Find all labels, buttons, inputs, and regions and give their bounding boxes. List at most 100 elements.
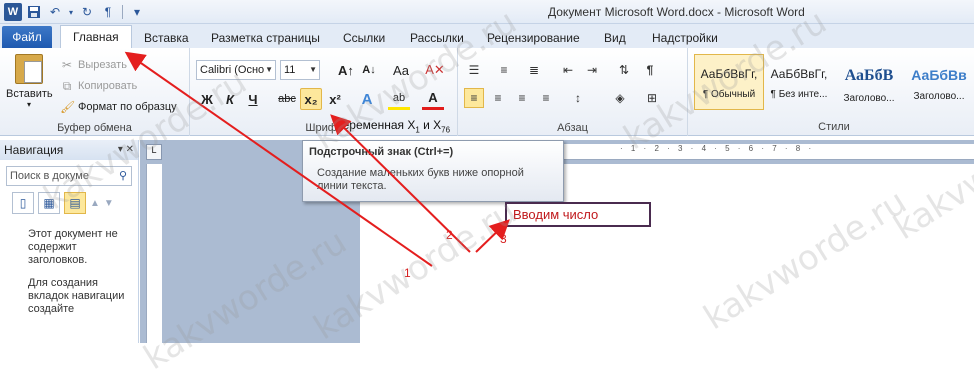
save-icon[interactable] xyxy=(25,3,43,21)
increase-indent-icon[interactable]: ⇥ xyxy=(582,60,602,80)
previous-icon[interactable]: ▲ xyxy=(90,198,100,209)
align-left-icon[interactable]: ≡ xyxy=(464,88,484,108)
pages-tab-icon[interactable]: ▦ xyxy=(38,192,60,214)
format-painter-button[interactable]: 🖌 Формат по образцу xyxy=(60,98,177,116)
tab-page-layout[interactable]: Разметка страницы xyxy=(207,28,324,48)
annotation-number-2: 2 xyxy=(446,228,453,242)
font-size-select[interactable]: 11 ▼ xyxy=(280,60,320,80)
customize-qat-icon[interactable]: ▾ xyxy=(128,3,146,21)
navigation-search-input[interactable]: Поиск в докуме ⚲ xyxy=(6,166,132,186)
scissors-icon: ✂ xyxy=(61,58,73,72)
font-size-value: 11 xyxy=(284,64,296,76)
shrink-font-button[interactable]: A↓ xyxy=(358,59,380,81)
results-tab-icon[interactable]: ▤ xyxy=(64,192,86,214)
ribbon: Вставить ▾ ✂ Вырезать ⧉ Копировать 🖌 Фор… xyxy=(0,48,974,136)
italic-button[interactable]: К xyxy=(219,88,241,110)
style-sample: АаБбВв xyxy=(911,67,967,83)
styles-group-label: Стили xyxy=(818,121,850,133)
justify-icon[interactable]: ≡ xyxy=(536,88,556,108)
navigation-header: Навигация ▾ ✕ xyxy=(0,140,138,160)
copy-label: Копировать xyxy=(78,80,138,92)
navigation-tabs: ▯ ▦ ▤ ▲ ▼ xyxy=(12,192,138,214)
annotation-number-1: 1 xyxy=(404,266,411,280)
multilevel-list-icon[interactable]: ≣ xyxy=(524,60,544,80)
navigation-search-placeholder: Поиск в докуме xyxy=(10,170,89,182)
undo-icon[interactable]: ↶ xyxy=(46,3,64,21)
bullets-icon[interactable]: ☰ xyxy=(464,60,484,80)
quick-access-toolbar: W ↶ ▾ ↻ ¶ ▾ xyxy=(4,3,146,21)
underline-button[interactable]: Ч xyxy=(242,88,264,110)
style-sample: АаБбВ xyxy=(844,67,894,84)
clipboard-group-label: Буфер обмена xyxy=(57,122,132,134)
style-no-spacing[interactable]: АаБбВвГг, ¶ Без инте... xyxy=(764,54,834,110)
copy-button[interactable]: ⧉ Копировать xyxy=(60,77,138,95)
style-heading-2[interactable]: АаБбВв Заголово... xyxy=(904,54,974,110)
align-center-icon[interactable]: ≡ xyxy=(488,88,508,108)
highlight-button[interactable]: ab xyxy=(388,88,410,110)
style-name: ¶ Без инте... xyxy=(770,89,828,100)
numbering-icon[interactable]: ≡ xyxy=(494,60,514,80)
decrease-indent-icon[interactable]: ⇤ xyxy=(558,60,578,80)
navigation-title: Навигация xyxy=(4,143,64,157)
text-effects-button[interactable]: A xyxy=(356,88,378,110)
tab-home[interactable]: Главная xyxy=(60,25,132,49)
tab-file[interactable]: Файл xyxy=(2,26,52,48)
paragraph-group-label: Абзац xyxy=(557,122,588,134)
text-mid: и X xyxy=(419,118,442,132)
superscript-button[interactable]: x² xyxy=(324,88,346,110)
qat-separator xyxy=(122,5,123,19)
customize-undo-icon[interactable]: ▾ xyxy=(67,3,75,21)
vertical-ruler[interactable] xyxy=(146,164,162,343)
style-heading-1[interactable]: АаБбВ Заголово... xyxy=(834,54,904,110)
close-icon[interactable]: ▾ ✕ xyxy=(118,140,134,160)
font-name-select[interactable]: Calibri (Осно ▼ xyxy=(196,60,276,80)
search-icon: ⚲ xyxy=(118,170,127,182)
brush-icon: 🖌 xyxy=(60,100,76,114)
redo-icon[interactable]: ↻ xyxy=(78,3,96,21)
strikethrough-button[interactable]: abc xyxy=(276,88,298,110)
style-sample: АаБбВвГг, xyxy=(770,67,828,81)
style-normal[interactable]: АаБбВвГг, ¶ Обычный xyxy=(694,54,764,110)
paste-icon xyxy=(15,54,43,84)
borders-icon[interactable]: ⊞ xyxy=(642,88,662,108)
style-sample: АаБбВвГг, xyxy=(700,67,758,81)
bold-button[interactable]: Ж xyxy=(196,88,218,110)
navigation-pane: Навигация ▾ ✕ Поиск в докуме ⚲ ▯ ▦ ▤ ▲ ▼… xyxy=(0,140,139,343)
headings-tab-icon[interactable]: ▯ xyxy=(12,192,34,214)
change-case-button[interactable]: Aa xyxy=(390,59,412,81)
tab-selector-icon[interactable]: L xyxy=(146,144,162,160)
style-name: Заголово... xyxy=(913,91,965,102)
font-name-value: Calibri (Осно xyxy=(200,64,265,76)
show-marks-icon[interactable]: ¶ xyxy=(99,3,117,21)
ribbon-tabs: Файл Главная Вставка Разметка страницы С… xyxy=(0,24,974,49)
tab-addins[interactable]: Надстройки xyxy=(648,28,722,48)
paste-button[interactable]: Вставить ▾ xyxy=(6,54,53,114)
format-painter-label: Формат по образцу xyxy=(78,101,177,113)
navigation-message-1: Этот документ не содержит заголовков. xyxy=(28,228,118,266)
shading-icon[interactable]: ◈ xyxy=(610,88,630,108)
clear-formatting-button[interactable]: A✕ xyxy=(424,59,446,81)
chevron-down-icon: ▼ xyxy=(309,65,317,74)
align-right-icon[interactable]: ≡ xyxy=(512,88,532,108)
sort-icon[interactable]: ⇅ xyxy=(614,60,634,80)
chevron-down-icon: ▼ xyxy=(265,65,273,74)
line-spacing-icon[interactable]: ↕ xyxy=(568,88,588,108)
next-icon[interactable]: ▼ xyxy=(104,198,114,209)
tab-references[interactable]: Ссылки xyxy=(339,28,389,48)
tab-mailings[interactable]: Рассылки xyxy=(406,28,468,48)
clipboard-group: Вставить ▾ ✂ Вырезать ⧉ Копировать 🖌 Фор… xyxy=(0,48,190,136)
document-text[interactable]: Переменная X1 и X76 xyxy=(334,118,450,134)
font-color-button[interactable]: A xyxy=(422,88,444,110)
grow-font-button[interactable]: A↑ xyxy=(335,59,357,81)
tab-review[interactable]: Рецензирование xyxy=(483,28,584,48)
word-logo-icon[interactable]: W xyxy=(4,3,22,21)
window-title: Документ Microsoft Word.docx - Microsoft… xyxy=(548,5,805,19)
tooltip-title: Подстрочный знак (Ctrl+=) xyxy=(309,146,454,158)
cut-button[interactable]: ✂ Вырезать xyxy=(60,56,127,74)
subscript-2: 76 xyxy=(441,125,451,135)
style-name: ¶ Обычный xyxy=(702,89,756,100)
subscript-button[interactable]: x₂ xyxy=(300,88,322,110)
tab-insert[interactable]: Вставка xyxy=(140,28,193,48)
show-marks-icon[interactable]: ¶ xyxy=(640,60,660,80)
tab-view[interactable]: Вид xyxy=(600,28,630,48)
